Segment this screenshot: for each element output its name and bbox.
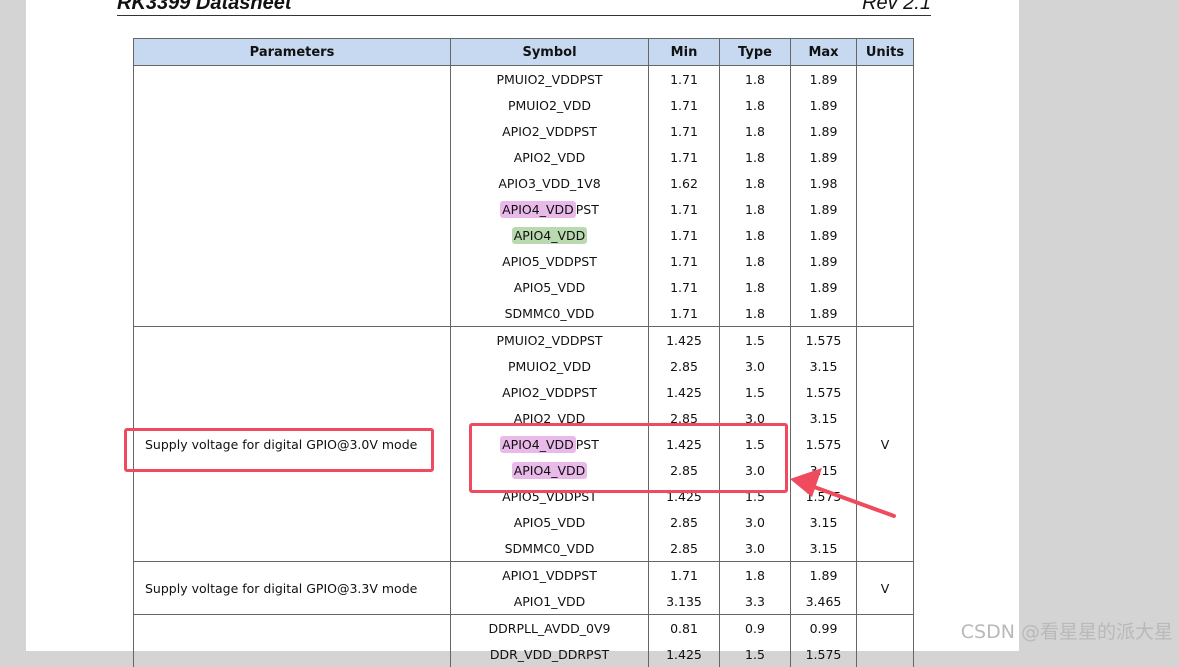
watermark: CSDN @看星星的派大星	[961, 617, 1173, 644]
annotation-arrow-icon	[0, 0, 1179, 651]
